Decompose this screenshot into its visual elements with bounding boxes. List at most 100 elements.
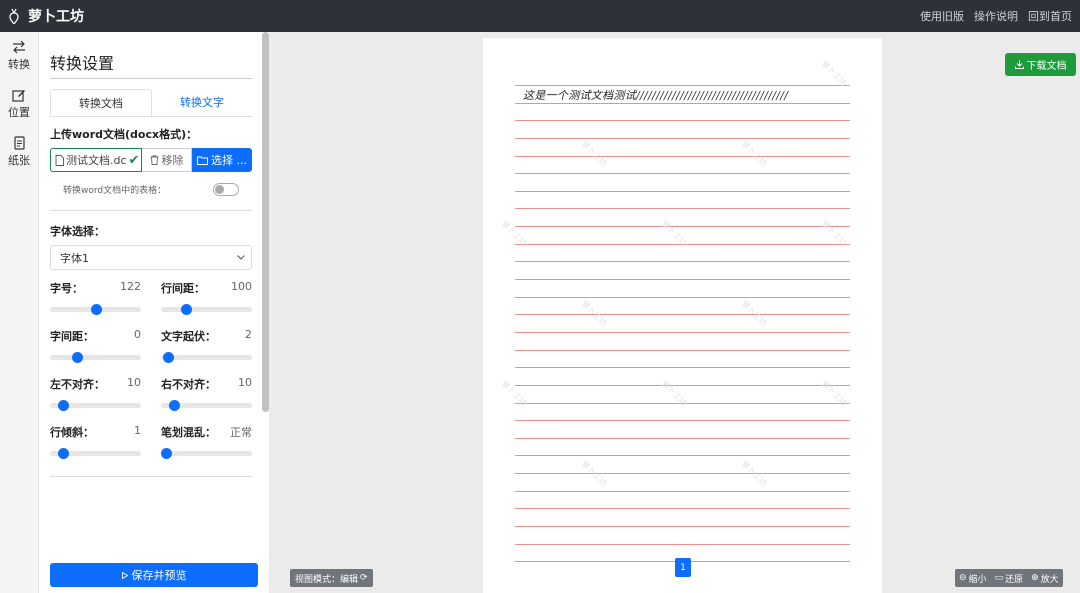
- table-toggle-switch[interactable]: [213, 183, 239, 196]
- ruled-line: [515, 296, 850, 315]
- param-name: 文字起伏：: [161, 330, 216, 343]
- slider-thumb[interactable]: [168, 400, 180, 411]
- param-value: 2: [245, 328, 252, 341]
- slider-track: [161, 307, 252, 312]
- download-icon: [1014, 60, 1024, 69]
- param-slider[interactable]: [161, 346, 252, 368]
- param-name: 行倾斜：: [50, 426, 94, 439]
- edit-icon: [12, 90, 25, 102]
- file-name: 测试文档.dc: [66, 154, 127, 167]
- rail-item-position[interactable]: 位置: [0, 80, 38, 128]
- param-grid: 字号： 122 行间距： 100 字间距： 0 文字起伏： 2 左不对齐： 10 右不对齐： 10 行倾…: [50, 280, 252, 472]
- param-name: 行间距：: [161, 282, 205, 295]
- slider-thumb[interactable]: [72, 352, 84, 363]
- param-value: 正常: [230, 426, 252, 439]
- left-rail: 转换 位置 纸张: [0, 32, 39, 593]
- param-value: 10: [238, 376, 252, 389]
- ruled-line: [515, 367, 850, 385]
- param-slider[interactable]: [50, 442, 141, 464]
- zoom-controls: ⊖ 缩小 ▭ 还原 ⊕ 放大: [955, 569, 1063, 587]
- rail-item-label: 位置: [8, 106, 30, 119]
- param-control: 文字起伏： 2: [161, 328, 252, 376]
- app-title: 萝卜工坊: [28, 9, 84, 25]
- param-value: 1: [134, 424, 141, 437]
- slider-thumb[interactable]: [160, 448, 172, 459]
- param-control: 字间距： 0: [50, 328, 141, 376]
- save-preview-button[interactable]: 保存并预览: [50, 563, 258, 587]
- param-slider[interactable]: [50, 346, 141, 368]
- param-slider[interactable]: [50, 298, 141, 320]
- ruled-line: [515, 490, 850, 509]
- file-icon: [55, 154, 64, 166]
- help-link[interactable]: 操作说明: [974, 8, 1018, 24]
- table-toggle-label: 转换word文档中的表格：: [63, 186, 167, 196]
- download-button[interactable]: 下载文档: [1005, 53, 1076, 76]
- param-head: 行倾斜： 1: [50, 424, 141, 440]
- zoom-in-button[interactable]: ⊕ 放大: [1027, 572, 1063, 585]
- trash-icon: [150, 155, 158, 165]
- ruled-line: [515, 508, 850, 526]
- zoom-reset-button[interactable]: ▭ 还原: [991, 572, 1028, 585]
- slider-thumb[interactable]: [57, 448, 69, 459]
- param-head: 文字起伏： 2: [161, 328, 252, 344]
- panel-scrollbar[interactable]: [262, 32, 269, 412]
- convert-tabs: 转换文档 转换文字: [50, 89, 252, 117]
- slider-thumb[interactable]: [163, 352, 175, 363]
- slider-track: [161, 451, 252, 456]
- table-toggle-row: 转换word文档中的表格：: [50, 183, 252, 196]
- param-name: 笔划混乱：: [161, 426, 216, 439]
- rail-item-label: 纸张: [8, 154, 30, 167]
- param-slider[interactable]: [50, 394, 141, 416]
- param-slider[interactable]: [160, 442, 252, 464]
- param-control: 左不对齐： 10: [50, 376, 141, 424]
- choose-file-button[interactable]: 选择 ...: [192, 148, 252, 172]
- slider-thumb[interactable]: [181, 304, 193, 315]
- view-mode-toggle[interactable]: 视图模式：编辑 ⟳: [290, 569, 373, 587]
- rail-item-paper[interactable]: 纸张: [0, 128, 38, 176]
- image-icon: ▭: [994, 573, 1004, 583]
- ruled-line: [515, 279, 850, 297]
- font-label: 字体选择：: [50, 225, 105, 238]
- divider: [50, 210, 252, 211]
- zoom-out-button[interactable]: ⊖ 缩小: [955, 572, 991, 585]
- param-head: 字号： 122: [50, 280, 141, 296]
- slider-thumb[interactable]: [90, 304, 102, 315]
- panel-title: 转换设置: [50, 50, 252, 79]
- save-preview-label: 保存并预览: [131, 569, 187, 582]
- param-head: 左不对齐： 10: [50, 376, 141, 392]
- zoom-out-icon: ⊖: [959, 573, 967, 583]
- param-control: 右不对齐： 10: [161, 376, 252, 424]
- slider-track: [50, 355, 141, 360]
- play-icon: [121, 571, 128, 579]
- brand[interactable]: 萝卜工坊: [8, 6, 84, 26]
- param-slider[interactable]: [161, 394, 252, 416]
- param-name: 左不对齐：: [50, 378, 105, 391]
- param-head: 笔划混乱： 正常: [161, 424, 252, 440]
- toggle-knob: [215, 185, 224, 194]
- tab-convert-text[interactable]: 转换文字: [152, 89, 252, 116]
- radish-logo-icon: [9, 8, 19, 24]
- swap-arrows-icon: [13, 40, 25, 54]
- param-control: 行间距： 100: [161, 280, 252, 328]
- upload-label: 上传word文档(docx格式)：: [50, 128, 198, 141]
- file-name-field[interactable]: 测试文档.dc ✔: [50, 148, 142, 172]
- font-select[interactable]: 字体1: [50, 245, 252, 270]
- param-control: 字号： 122: [50, 280, 141, 328]
- slider-thumb[interactable]: [57, 400, 69, 411]
- home-link[interactable]: 回到首页: [1028, 8, 1072, 24]
- page-number-button[interactable]: 1: [675, 558, 691, 577]
- tab-convert-document[interactable]: 转换文档: [50, 89, 152, 116]
- ruled-line: [515, 420, 850, 438]
- legacy-version-link[interactable]: 使用旧版: [920, 8, 964, 24]
- ruled-line: [515, 261, 850, 279]
- download-label: 下载文档: [1026, 61, 1067, 72]
- remove-button[interactable]: 移除: [142, 148, 192, 172]
- ruled-line: [515, 190, 850, 209]
- ruled-line: [515, 173, 850, 191]
- divider: [50, 476, 252, 477]
- remove-label: 移除: [161, 154, 184, 167]
- param-name: 右不对齐：: [161, 378, 216, 391]
- rail-item-convert[interactable]: 转换: [0, 32, 38, 80]
- refresh-icon: ⟳: [360, 573, 368, 583]
- param-slider[interactable]: [161, 298, 252, 320]
